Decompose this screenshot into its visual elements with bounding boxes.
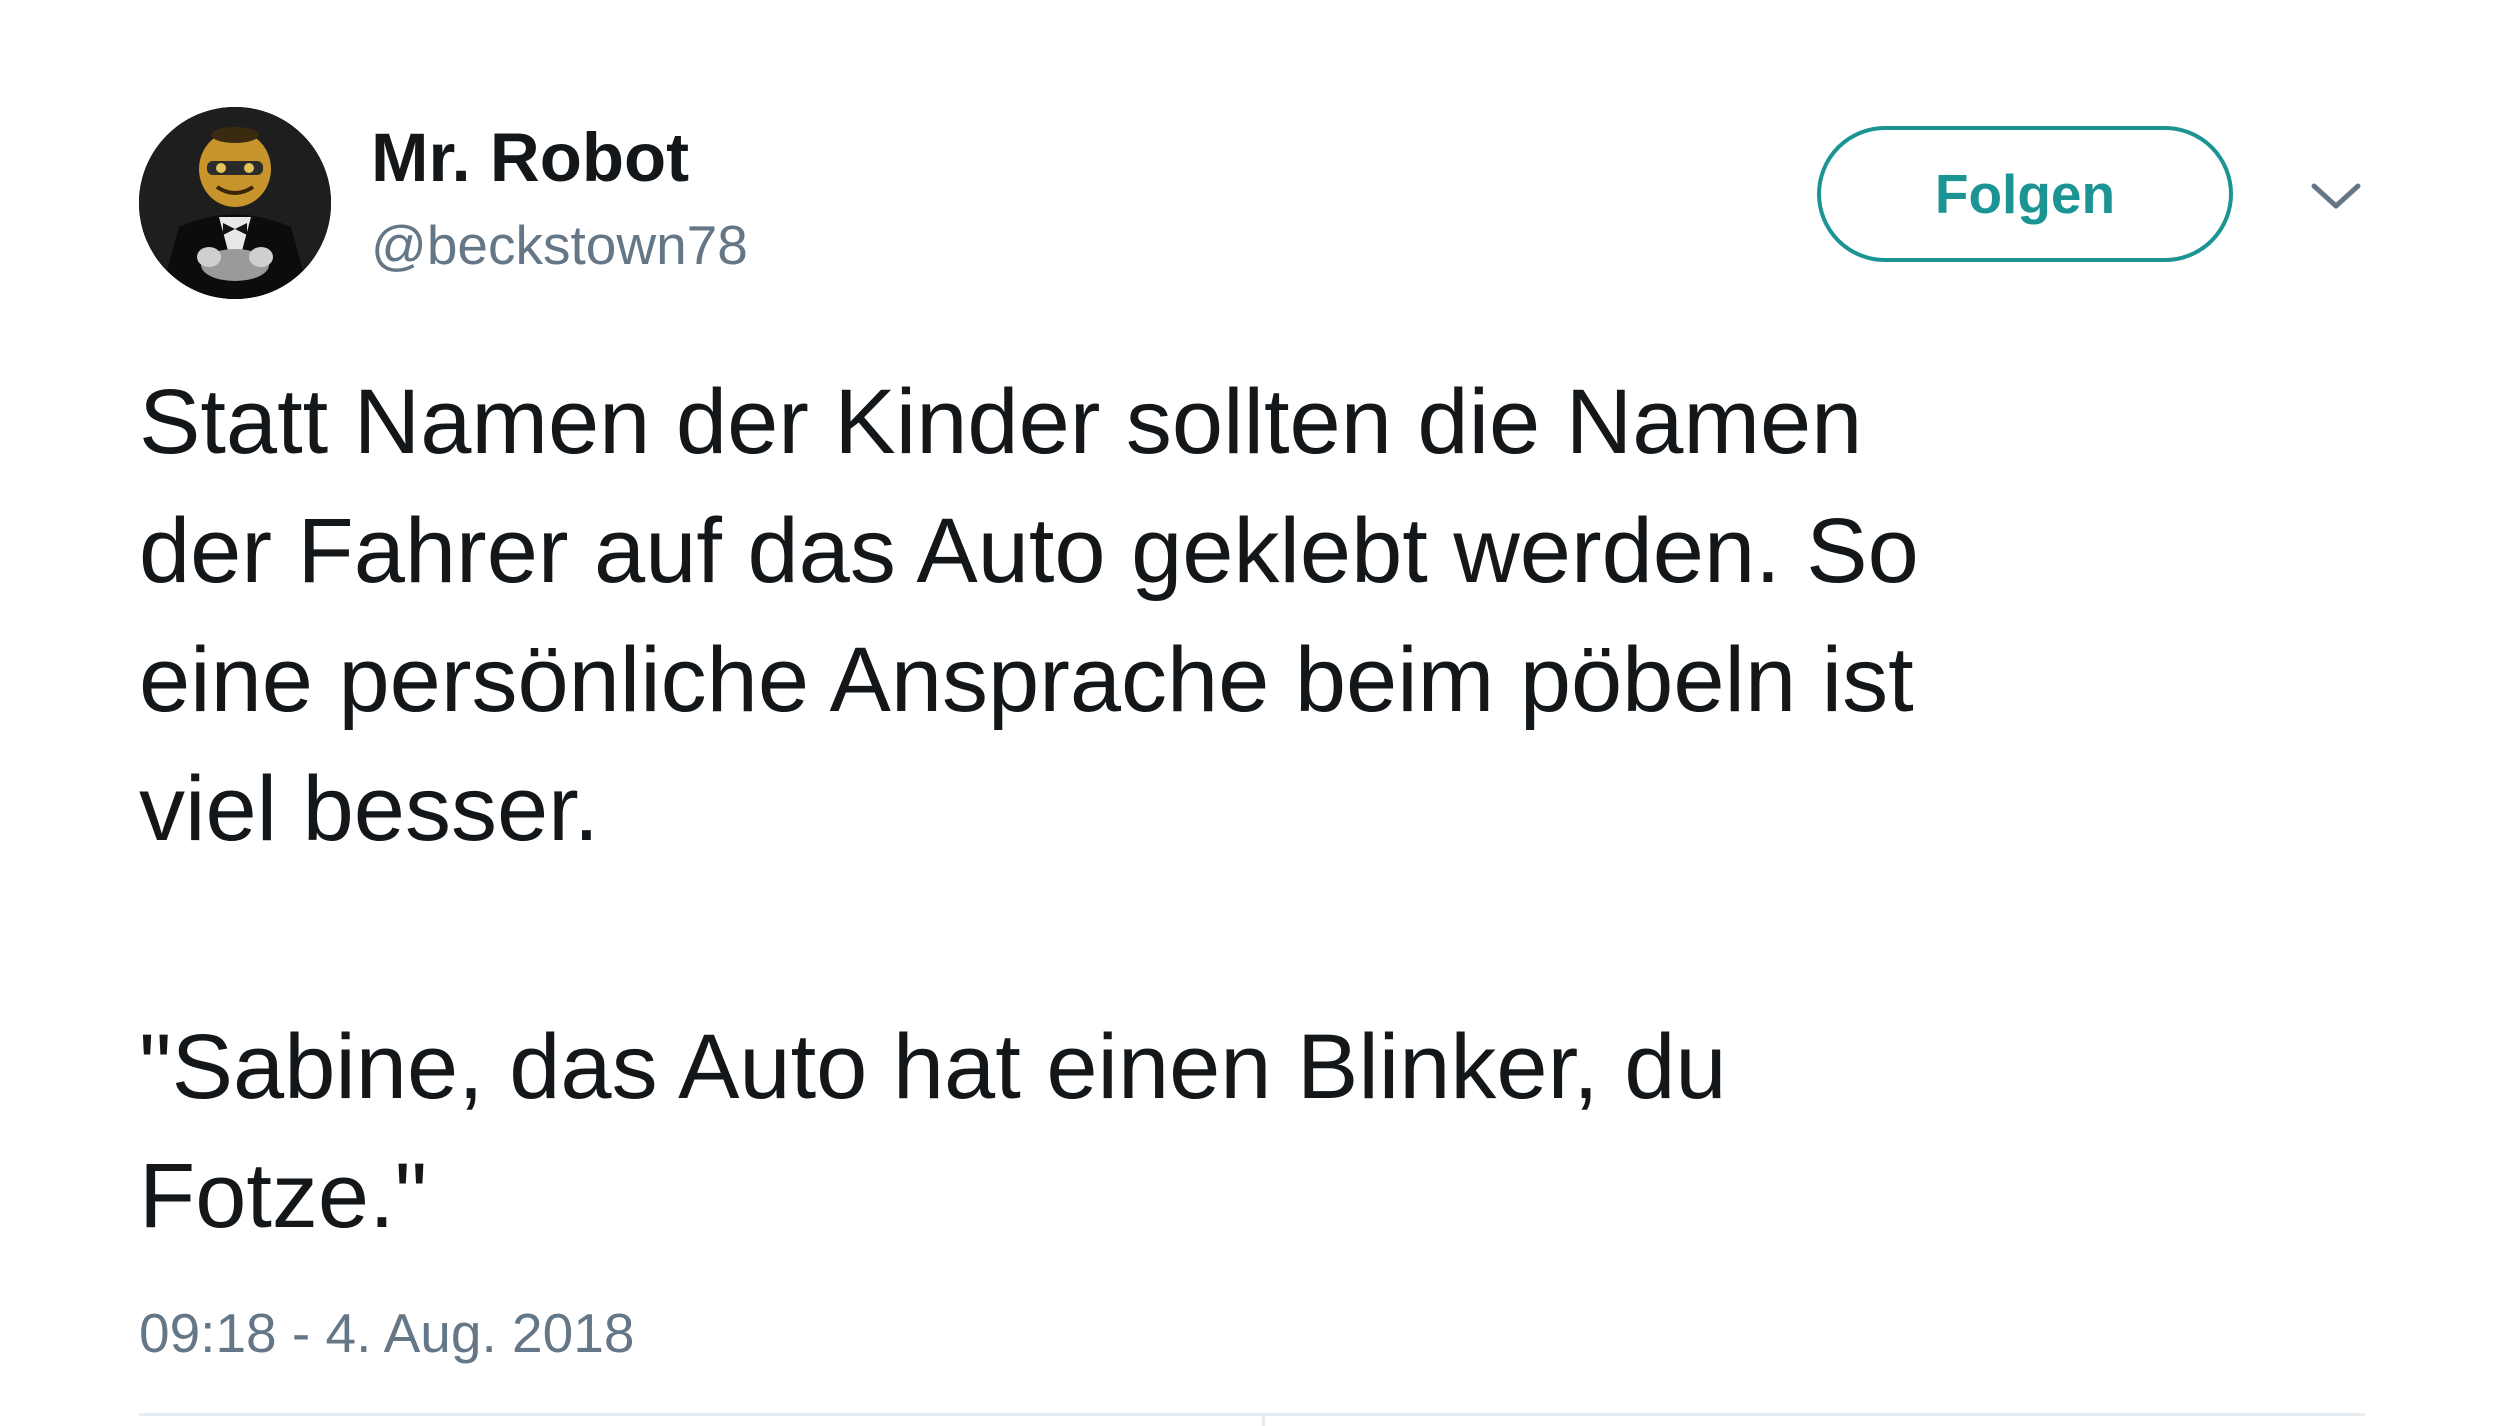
- user-handle[interactable]: @beckstown78: [371, 210, 748, 280]
- avatar-image: [139, 107, 331, 299]
- timestamp[interactable]: 09:18 - 4. Aug. 2018: [139, 1298, 634, 1368]
- tweet-card: Mr. Robot @beckstown78 Folgen Statt Name…: [0, 0, 2500, 1426]
- tweet-text: Statt Namen der Kinder sollten die Namen…: [139, 358, 2379, 1261]
- divider-tick: [1262, 1413, 1265, 1426]
- follow-button[interactable]: Folgen: [1817, 126, 2233, 262]
- chevron-down-icon[interactable]: [2306, 176, 2366, 216]
- tweet-paragraph: Statt Namen der Kinder sollten die Namen…: [139, 371, 1919, 860]
- divider: [139, 1413, 2365, 1416]
- avatar[interactable]: [139, 107, 331, 299]
- tweet-paragraph: "Sabine, das Auto hat einen Blinker, du …: [139, 1016, 1727, 1247]
- display-name[interactable]: Mr. Robot: [371, 118, 689, 198]
